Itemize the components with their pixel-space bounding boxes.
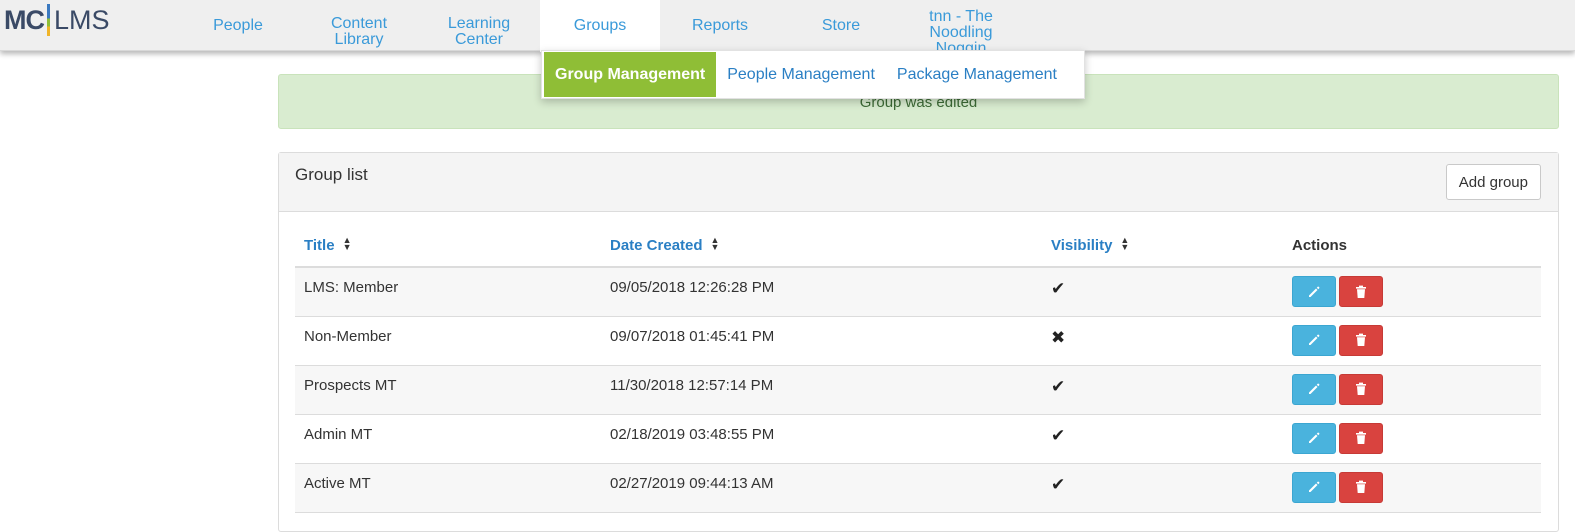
cell-title: Admin MT [295, 414, 601, 464]
cell-visibility: ✔ [1042, 463, 1283, 513]
delete-group-button[interactable] [1339, 373, 1383, 405]
pencil-icon [1309, 481, 1320, 492]
sort-icon[interactable]: ▲ ▼ [711, 236, 720, 252]
nav-store-label: Store [821, 16, 861, 34]
cell-date-created: 02/27/2019 09:44:13 AM [601, 463, 1042, 513]
sort-icon[interactable]: ▲ ▼ [1120, 236, 1129, 252]
nav-tnn-label: tnn - The Noodling Noggin [929, 8, 993, 52]
pencil-icon [1309, 432, 1320, 443]
header-date-label[interactable]: Date Created [610, 237, 703, 254]
edit-group-button[interactable] [1292, 422, 1336, 454]
visibility-icon: ✔ [1051, 279, 1066, 298]
nav-content-library[interactable]: Content Library [318, 0, 400, 51]
nav-people-label: People [213, 16, 263, 34]
logo-lms-text: LMS [54, 5, 110, 35]
header-actions: Actions [1283, 225, 1541, 268]
table-header-row: Title ▲ ▼ Date Created ▲ ▼ Visibility ▲ ▼ Acti… [295, 225, 1541, 268]
group-table: Title ▲ ▼ Date Created ▲ ▼ Visibility ▲ ▼ Acti… [295, 225, 1541, 513]
delete-group-button[interactable] [1339, 324, 1383, 356]
visibility-icon: ✔ [1051, 474, 1066, 494]
cell-visibility: ✔ [1042, 267, 1283, 317]
nav-people[interactable]: People [199, 0, 277, 51]
header-date-created[interactable]: Date Created ▲ ▼ [601, 225, 1042, 268]
panel-heading: Group list Add group [279, 153, 1558, 212]
visibility-icon: ✖ [1051, 327, 1066, 347]
cell-title: LMS: Member [295, 267, 601, 317]
trash-icon [1356, 333, 1366, 346]
table-row: Admin MT 02/18/2019 03:48:55 PM ✔ [295, 414, 1541, 464]
cell-actions [1283, 316, 1541, 366]
cell-date-created: 02/18/2019 03:48:55 PM [601, 414, 1042, 464]
header-title[interactable]: Title ▲ ▼ [295, 225, 601, 268]
nav-learning-center-label: Learning Center [447, 14, 511, 48]
panel-title: Group list [295, 165, 368, 184]
table-row: Prospects MT 11/30/2018 12:57:14 PM ✔ [295, 365, 1541, 415]
cell-title: Active MT [295, 463, 601, 513]
submenu-people-management[interactable]: People Management [716, 52, 886, 97]
logo-color-bar [47, 4, 50, 36]
trash-icon [1356, 431, 1366, 444]
trash-icon [1356, 480, 1366, 493]
nav-reports[interactable]: Reports [680, 0, 760, 51]
pencil-icon [1309, 383, 1320, 394]
groups-dropdown-menu: Group Management People Management Packa… [541, 50, 1085, 99]
cell-visibility: ✔ [1042, 365, 1283, 415]
nav-tnn-noodling-noggin[interactable]: tnn - The Noodling Noggin [916, 0, 1006, 52]
cell-actions [1283, 463, 1541, 513]
top-navigation-bar: MC LMS People Content Library Learning C… [0, 0, 1575, 52]
edit-group-button[interactable] [1292, 373, 1336, 405]
sort-icon[interactable]: ▲ ▼ [343, 236, 352, 252]
logo-mc-text: MC [4, 5, 45, 35]
cell-actions [1283, 267, 1541, 317]
header-visibility-label[interactable]: Visibility [1051, 237, 1112, 254]
cell-date-created: 09/07/2018 01:45:41 PM [601, 316, 1042, 366]
cell-visibility: ✖ [1042, 316, 1283, 366]
delete-group-button[interactable] [1339, 422, 1383, 454]
mc-lms-logo[interactable]: MC LMS [4, 2, 110, 38]
edit-group-button[interactable] [1292, 276, 1336, 307]
nav-learning-center[interactable]: Learning Center [438, 0, 520, 51]
pencil-icon [1309, 334, 1320, 345]
nav-content-library-label: Content Library [330, 14, 388, 48]
cell-actions [1283, 365, 1541, 415]
pencil-icon [1309, 286, 1320, 297]
add-group-button[interactable]: Add group [1445, 164, 1541, 200]
cell-date-created: 09/05/2018 12:26:28 PM [601, 267, 1042, 317]
cell-visibility: ✔ [1042, 414, 1283, 464]
visibility-icon: ✔ [1051, 425, 1066, 445]
table-row: LMS: Member 09/05/2018 12:26:28 PM ✔ [295, 267, 1541, 317]
trash-icon [1356, 285, 1366, 298]
nav-groups[interactable]: Groups [540, 0, 660, 52]
visibility-icon: ✔ [1051, 376, 1066, 396]
header-title-label[interactable]: Title [304, 237, 335, 254]
edit-group-button[interactable] [1292, 471, 1336, 503]
cell-title: Prospects MT [295, 365, 601, 415]
delete-group-button[interactable] [1339, 276, 1383, 307]
table-row: Active MT 02/27/2019 09:44:13 AM ✔ [295, 463, 1541, 513]
nav-groups-label: Groups [573, 17, 627, 34]
nav-reports-label: Reports [691, 16, 749, 34]
group-list-panel: Group list Add group Title ▲ ▼ Date Create… [278, 152, 1559, 532]
cell-date-created: 11/30/2018 12:57:14 PM [601, 365, 1042, 415]
cell-actions [1283, 414, 1541, 464]
table-row: Non-Member 09/07/2018 01:45:41 PM ✖ [295, 316, 1541, 366]
submenu-package-management[interactable]: Package Management [886, 52, 1068, 97]
trash-icon [1356, 382, 1366, 395]
edit-group-button[interactable] [1292, 324, 1336, 356]
nav-store[interactable]: Store [805, 0, 877, 51]
delete-group-button[interactable] [1339, 471, 1383, 503]
submenu-group-management[interactable]: Group Management [544, 52, 717, 97]
cell-title: Non-Member [295, 316, 601, 366]
header-visibility[interactable]: Visibility ▲ ▼ [1042, 225, 1283, 268]
